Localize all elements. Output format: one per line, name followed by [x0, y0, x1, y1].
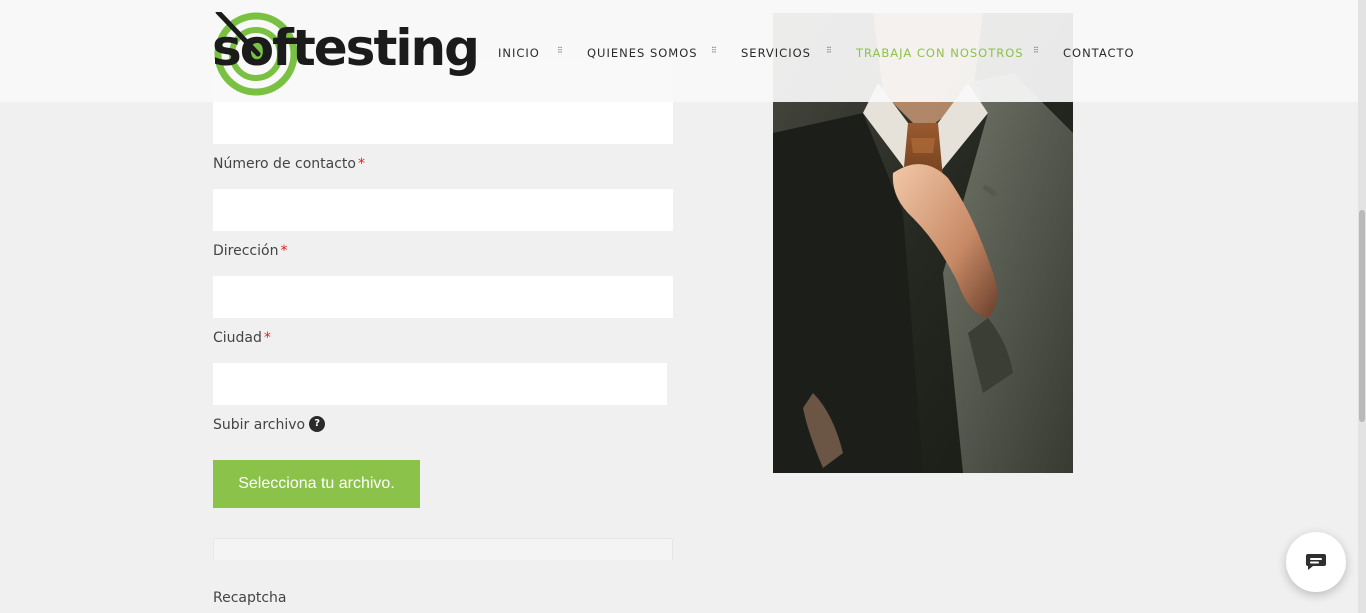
required-mark: *	[280, 243, 288, 259]
address-field[interactable]	[213, 276, 673, 318]
nav-separator-icon: ⠿	[711, 46, 717, 55]
address-label: Dirección *	[213, 241, 287, 261]
phone-field[interactable]	[213, 189, 673, 231]
upload-label: Subir archivo?	[213, 415, 326, 435]
upload-label-text: Subir archivo	[213, 417, 306, 433]
phone-label-text: Número de contacto	[213, 156, 356, 172]
city-label: Ciudad *	[213, 328, 271, 348]
chat-bubble-icon	[1306, 554, 1326, 570]
softesting-logo[interactable]: softesting	[212, 8, 480, 96]
recaptcha-widget[interactable]	[213, 538, 673, 560]
recaptcha-label: Recaptcha	[213, 590, 287, 606]
nav-separator-icon: ⠿	[557, 46, 563, 55]
phone-label: Número de contacto *	[213, 154, 365, 174]
nav-separator-icon: ⠿	[1033, 46, 1039, 55]
nav-item-contacto[interactable]: CONTACTO	[1063, 44, 1135, 62]
nav-item-inicio[interactable]: INICIO	[498, 44, 540, 62]
city-field[interactable]	[213, 363, 667, 405]
nav-item-servicios[interactable]: SERVICIOS	[741, 44, 811, 62]
question-icon[interactable]: ?	[309, 416, 326, 432]
site-header: softesting INICIO ⠿ QUIENES SOMOS ⠿ SERV…	[0, 0, 1358, 102]
nav-item-trabaja-con-nosotros[interactable]: TRABAJA CON NOSOTROS	[856, 44, 1024, 62]
page: E Número de contacto* Dirección* Ciudad*…	[0, 0, 1366, 613]
select-file-button[interactable]: Selecciona tu archivo.	[213, 460, 420, 508]
page-scrollbar[interactable]	[1358, 0, 1366, 613]
city-label-text: Ciudad	[213, 330, 262, 346]
nav-separator-icon: ⠿	[826, 46, 832, 55]
nav-item-quienes-somos[interactable]: QUIENES SOMOS	[587, 44, 698, 62]
required-mark: *	[357, 156, 365, 172]
logo-wordmark: softesting	[212, 19, 480, 77]
required-mark: *	[263, 330, 271, 346]
chat-button[interactable]	[1286, 532, 1346, 592]
scrollbar-thumb[interactable]	[1359, 210, 1365, 422]
address-label-text: Dirección	[213, 243, 279, 259]
